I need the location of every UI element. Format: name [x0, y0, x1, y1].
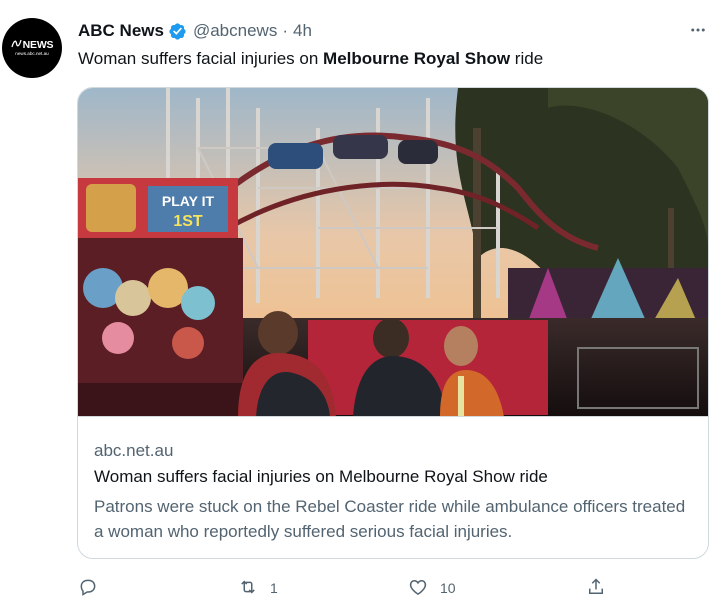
tweet[interactable]: NEWS news.abc.net.au ABC News @abcnews ·… — [0, 0, 722, 606]
tweet-text-bold: Melbourne Royal Show — [323, 49, 511, 68]
avatar-logo: NEWS — [11, 39, 54, 51]
tweet-header: ABC News @abcnews · 4h — [78, 20, 312, 42]
separator-dot: · — [282, 21, 288, 40]
tweet-text-after: ride — [510, 49, 544, 68]
more-options-icon[interactable] — [684, 18, 712, 42]
card-title: Woman suffers facial injuries on Melbour… — [94, 467, 548, 486]
card-image[interactable]: PLAY IT 1ST — [78, 88, 708, 417]
tweet-text-before: Woman suffers facial injuries on — [78, 49, 324, 68]
verified-badge-icon — [168, 22, 187, 41]
avatar-url: news.abc.net.au — [15, 51, 49, 56]
like-button[interactable]: 10 — [408, 576, 456, 600]
card-description: Patrons were stuck on the Rebel Coaster … — [94, 497, 686, 541]
tweet-text: Woman suffers facial injuries on Melbour… — [78, 48, 543, 70]
abc-logo-icon — [11, 39, 22, 51]
link-card[interactable]: PLAY IT 1ST abc.net.au Woman suffers fac… — [77, 87, 709, 559]
share-icon — [586, 577, 606, 600]
avatar-brand: NEWS — [22, 39, 54, 51]
share-button[interactable] — [586, 576, 618, 600]
avatar[interactable]: NEWS news.abc.net.au — [2, 18, 62, 78]
author-handle[interactable]: @abcnews — [193, 21, 277, 41]
action-bar: 1 10 — [78, 576, 618, 600]
author-name[interactable]: ABC News — [78, 21, 164, 41]
sign-text-2: 1ST — [173, 213, 203, 230]
like-count: 10 — [440, 580, 456, 596]
reply-icon — [78, 577, 98, 600]
retweet-count: 1 — [270, 580, 278, 596]
retweet-button[interactable]: 1 — [238, 576, 278, 600]
sign-text-1: PLAY IT — [162, 193, 215, 209]
timestamp[interactable]: 4h — [293, 21, 312, 41]
card-domain: abc.net.au — [94, 441, 174, 460]
retweet-icon — [238, 577, 258, 600]
heart-icon — [408, 577, 428, 600]
reply-button[interactable] — [78, 576, 110, 600]
